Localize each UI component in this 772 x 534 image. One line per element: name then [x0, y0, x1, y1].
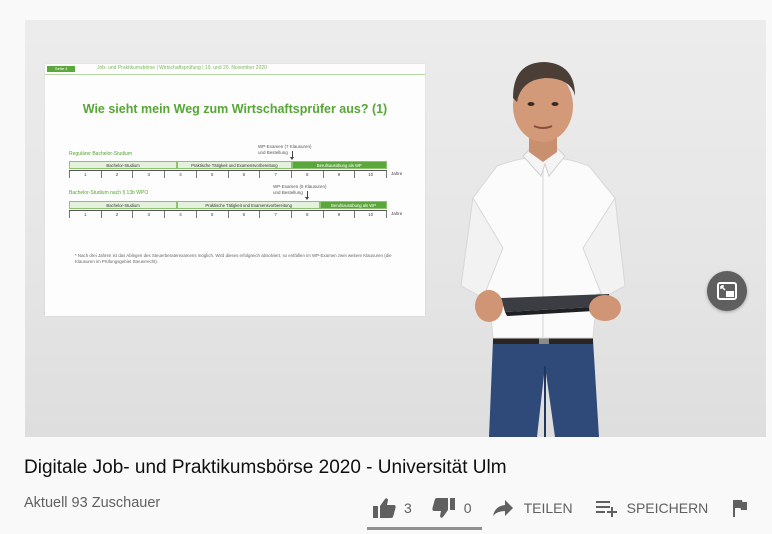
section2-wp-line2: und Bestellung — [273, 189, 303, 195]
video-player[interactable]: Seite 4 Job- und Praktikumsbörse | Wirts… — [25, 20, 766, 437]
picture-in-picture-button[interactable] — [707, 271, 747, 311]
section1-arrow-icon — [290, 151, 294, 160]
section1-wp-label: WP-Examen (7 Klausuren) und Bestellung — [258, 144, 312, 155]
section2-year-tick: 3 — [133, 211, 166, 218]
like-dislike-ratio-bar — [367, 527, 482, 530]
share-label: TEILEN — [523, 500, 573, 516]
like-count: 3 — [404, 500, 412, 516]
slide-header-bar: Seite 4 Job- und Praktikumsbörse | Wirts… — [45, 64, 425, 75]
picture-in-picture-icon — [717, 282, 737, 300]
section2-year-tick: 8 — [292, 211, 324, 218]
section1-wp-line1: WP-Examen (7 Klausuren) — [258, 144, 312, 149]
section2-year-tick: 4 — [165, 211, 197, 218]
section1-year-tick: 5 — [197, 171, 229, 178]
section2-seg-bachelor: Bachelor-Studium — [69, 201, 178, 209]
section1-label: Regulärer Bachelor-Studium — [69, 151, 133, 157]
slide-footnote: * Nach drei Jahren ist das Ablegen des S… — [75, 253, 392, 264]
section1-year-tick: 3 — [133, 171, 166, 178]
section1-wp-line2: und Bestellung — [258, 149, 288, 155]
flag-icon — [733, 500, 748, 517]
save-label: SPEICHERN — [626, 500, 709, 516]
slide-title: Wie sieht mein Weg zum Wirtschaftsprüfer… — [82, 102, 388, 116]
section1-seg-profession: Berufsausübung als WP — [291, 161, 387, 169]
section2-year-tick: 10 — [355, 211, 388, 218]
section1-timeline-bar: Bachelor-Studium Praktische Tätigkeit un… — [69, 161, 387, 169]
report-button[interactable] — [732, 499, 748, 517]
dislike-button[interactable]: 0 — [432, 497, 472, 519]
save-button[interactable]: SPEICHERN — [595, 499, 709, 517]
section1-year-tick: 1 — [69, 171, 102, 178]
section1-year-tick: 9 — [324, 171, 356, 178]
viewer-count: Aktuell 93 Zuschauer — [24, 495, 161, 511]
section2-arrow-icon — [305, 191, 309, 200]
section2-wp-label: WP-Examen (5 Klausuren) und Bestellung — [273, 184, 327, 195]
section1-year-ticks: 1 2 3 4 5 6 7 8 9 10 — [69, 170, 388, 178]
section2-year-tick: 1 — [69, 211, 102, 218]
section2-year-tick: 7 — [260, 211, 292, 218]
section1-year-tick: 4 — [165, 171, 197, 178]
thumbs-up-icon — [373, 498, 396, 518]
section2-wp-line1: WP-Examen (5 Klausuren) — [273, 184, 327, 189]
playlist-add-icon — [595, 501, 617, 517]
section2-year-ticks: 1 2 3 4 5 6 7 8 9 10 — [69, 210, 388, 218]
section1-year-tick: 7 — [260, 171, 292, 178]
section2-label: Bachelor-Studium nach § 13b WPO — [69, 190, 149, 196]
dislike-count: 0 — [463, 500, 472, 516]
section1-year-tick: 6 — [229, 171, 261, 178]
like-button[interactable]: 3 — [372, 497, 412, 519]
section1-year-tick: 8 — [292, 171, 324, 178]
slide-page-tag: Seite 4 — [47, 66, 76, 72]
section2-year-tick: 2 — [102, 211, 134, 218]
section2-years-unit: Jahre — [391, 211, 403, 216]
section2-timeline-bar: Bachelor-Studium Praktische Tätigkeit un… — [69, 201, 387, 209]
section1-year-tick: 2 — [102, 171, 134, 178]
section2-seg-profession: Berufsausübung als WP — [320, 201, 387, 209]
section2-year-tick: 9 — [324, 211, 356, 218]
slide-header-text: Job- und Praktikumsbörse | Wirtschaftspr… — [97, 65, 267, 71]
video-title: Digitale Job- und Praktikumsbörse 2020 -… — [24, 457, 507, 478]
share-button[interactable]: TEILEN — [492, 499, 573, 517]
section1-years-unit: Jahre — [391, 171, 403, 176]
video-actions: 3 0 TEILEN SPEICHERN — [372, 495, 748, 521]
thumbs-down-icon — [432, 498, 455, 518]
presentation-slide: Seite 4 Job- und Praktikumsbörse | Wirts… — [45, 64, 425, 316]
section2-year-tick: 5 — [197, 211, 229, 218]
section1-seg-bachelor: Bachelor-Studium — [69, 161, 178, 169]
section2-seg-practice: Praktische Tätigkeit und Examensvorberei… — [177, 201, 321, 209]
share-arrow-icon — [492, 500, 513, 516]
like-ratio-fill — [367, 527, 482, 530]
section1-seg-practice: Praktische Tätigkeit und Examensvorberei… — [177, 161, 292, 169]
section1-year-tick: 10 — [355, 171, 388, 178]
section2-year-tick: 6 — [229, 211, 261, 218]
presenter-figure — [460, 62, 626, 437]
